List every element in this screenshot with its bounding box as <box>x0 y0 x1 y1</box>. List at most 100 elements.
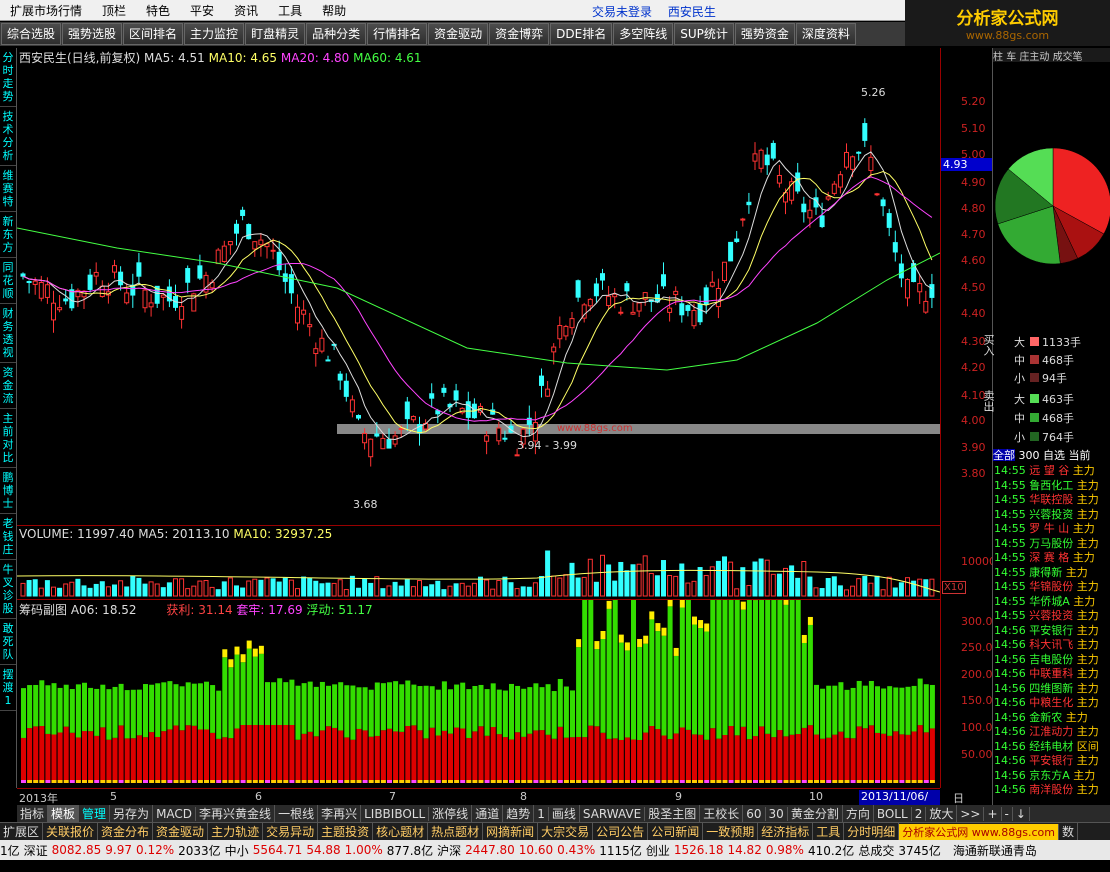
toolbar-button[interactable]: 资金驱动 <box>428 23 489 45</box>
left-tab[interactable]: 资金流 <box>0 363 16 409</box>
func-tab[interactable]: 大宗交易 <box>538 823 594 840</box>
func-tab[interactable]: 一致预期 <box>703 823 759 840</box>
indicator-tab[interactable]: 黄金分割 <box>788 805 843 822</box>
func-tab[interactable]: 网摘新闻 <box>483 823 539 840</box>
func-tab[interactable]: 经济指标 <box>758 823 814 840</box>
func-tab[interactable]: 数 <box>1059 823 1078 840</box>
toolbar-button[interactable]: 综合选股 <box>1 23 62 45</box>
toolbar-button[interactable]: 盯盘精灵 <box>245 23 306 45</box>
indicator-tab[interactable]: 指标 <box>17 805 49 822</box>
filter-tab[interactable]: 自选 <box>1043 449 1065 461</box>
indicator-tab[interactable]: 李再兴黄金线 <box>196 805 276 822</box>
func-tab[interactable]: 主力轨迹 <box>208 823 264 840</box>
menu-item[interactable]: 帮助 <box>312 2 356 19</box>
left-tab[interactable]: 主前对比 <box>0 409 16 468</box>
news-ticker[interactable]: 海通新联通青岛 <box>953 842 1037 859</box>
indicator-tab[interactable]: LIBBIBOLL <box>361 806 430 821</box>
left-tab[interactable]: 牛叉诊股 <box>0 560 16 619</box>
index-name[interactable]: 创业 <box>646 842 670 859</box>
index-name[interactable]: 深证 <box>24 842 48 859</box>
left-tab[interactable]: 同花顺 <box>0 258 16 304</box>
left-tab[interactable]: 摆渡1 <box>0 665 16 711</box>
filter-tab[interactable]: 当前 <box>1069 449 1091 461</box>
menu-item[interactable]: 扩展市场行情 <box>0 2 92 19</box>
menu-item[interactable]: 顶栏 <box>92 2 136 19</box>
menu-item[interactable]: 特色 <box>136 2 180 19</box>
menu-item[interactable]: 工具 <box>268 2 312 19</box>
left-tab[interactable]: 新东方 <box>0 212 16 258</box>
volume-bar <box>240 587 246 597</box>
func-tab[interactable]: 资金分布 <box>98 823 154 840</box>
side-tab[interactable]: 庄主动 <box>1019 52 1049 62</box>
indicator-tab[interactable]: 2 <box>912 806 927 821</box>
indicator-tab[interactable]: 画线 <box>549 805 580 822</box>
index-name[interactable]: 中小 <box>225 842 249 859</box>
indicator-tab[interactable]: 通道 <box>472 805 504 822</box>
indicator-tab[interactable]: ↓ <box>1013 806 1030 821</box>
chip-distribution-chart[interactable] <box>17 600 940 788</box>
func-tab[interactable]: 工具 <box>813 823 845 840</box>
indicator-tab[interactable]: 30 <box>766 806 788 821</box>
side-tab[interactable]: 成交笔 <box>1053 52 1083 62</box>
func-tab[interactable]: 资金驱动 <box>153 823 209 840</box>
left-tab[interactable]: 分时走势 <box>0 48 16 107</box>
indicator-tab[interactable]: >> <box>957 806 985 821</box>
func-tab[interactable]: 核心题材 <box>373 823 429 840</box>
left-tab[interactable]: 老钱庄 <box>0 514 16 560</box>
indicator-tab[interactable]: 王校长 <box>700 805 744 822</box>
indicator-tab[interactable]: SARWAVE <box>580 806 646 821</box>
candlestick-chart[interactable] <box>17 48 940 525</box>
left-tab[interactable]: 敢死队 <box>0 619 16 665</box>
index-name[interactable]: 沪深 <box>437 842 461 859</box>
indicator-tab[interactable]: 股圣主图 <box>645 805 701 822</box>
left-tab[interactable]: 鹏博士 <box>0 468 16 514</box>
toolbar-button[interactable]: 深度资料 <box>795 23 856 45</box>
func-tab[interactable]: 关联报价 <box>43 823 99 840</box>
left-tab[interactable]: 财务透视 <box>0 304 16 363</box>
func-tab[interactable]: 公司公告 <box>593 823 649 840</box>
indicator-tab[interactable]: 涨停线 <box>429 805 473 822</box>
func-ad-link[interactable]: 分析家公式网 www.88gs.com <box>899 823 1059 840</box>
toolbar-button[interactable]: SUP统计 <box>674 23 734 45</box>
indicator-tab[interactable]: 模板 <box>48 805 80 822</box>
toolbar-button[interactable]: 强势选股 <box>62 23 123 45</box>
left-tab[interactable]: 技术分析 <box>0 107 16 166</box>
indicator-tab[interactable]: 一根线 <box>275 805 319 822</box>
order-swatch <box>1030 355 1039 364</box>
func-tab[interactable]: 分时明细 <box>844 823 900 840</box>
toolbar-button[interactable]: 多空阵线 <box>613 23 674 45</box>
toolbar-button[interactable]: 行情排名 <box>367 23 428 45</box>
func-tab[interactable]: 主题投资 <box>318 823 374 840</box>
menu-item[interactable]: 资讯 <box>224 2 268 19</box>
menu-item[interactable]: 平安 <box>180 2 224 19</box>
filter-tab[interactable]: 全部 <box>993 449 1015 461</box>
login-status[interactable]: 交易未登录 <box>592 5 652 19</box>
toolbar-button[interactable]: 主力监控 <box>184 23 245 45</box>
func-tab[interactable]: 热点题材 <box>428 823 484 840</box>
indicator-tab[interactable]: 放大 <box>926 805 958 822</box>
toolbar-button[interactable]: 强势资金 <box>734 23 795 45</box>
func-tab[interactable]: 公司新闻 <box>648 823 704 840</box>
toolbar-button[interactable]: 区间排名 <box>123 23 184 45</box>
indicator-tab[interactable]: 1 <box>534 806 549 821</box>
indicator-tab[interactable]: 60 <box>743 806 766 821</box>
toolbar-button[interactable]: 资金博弈 <box>489 23 550 45</box>
indicator-tab[interactable]: 李再兴 <box>318 805 362 822</box>
indicator-tab[interactable]: - <box>1002 806 1013 821</box>
indicator-tab[interactable]: + <box>984 806 1002 821</box>
indicator-tab[interactable]: 另存为 <box>110 805 154 822</box>
indicator-tab[interactable]: BOLL <box>874 806 912 821</box>
indicator-tab[interactable]: 管理 <box>79 805 111 822</box>
func-tab[interactable]: 交易异动 <box>263 823 319 840</box>
left-tab[interactable]: 维赛特 <box>0 166 16 212</box>
filter-tab[interactable]: 300 <box>1019 449 1040 461</box>
toolbar-button[interactable]: DDE排名 <box>550 23 613 45</box>
toolbar-button[interactable]: 品种分类 <box>306 23 367 45</box>
side-tab[interactable]: 车 <box>1006 52 1016 62</box>
quote-row[interactable]: 14:56 南洋股份 主力 <box>994 781 1109 797</box>
side-tab[interactable]: 柱 <box>993 52 1003 62</box>
indicator-tab[interactable]: 方向 <box>843 805 874 822</box>
indicator-tab[interactable]: 趋势 <box>503 805 535 822</box>
func-tab[interactable]: 扩展区 <box>0 823 44 840</box>
indicator-tab[interactable]: MACD <box>153 806 197 821</box>
